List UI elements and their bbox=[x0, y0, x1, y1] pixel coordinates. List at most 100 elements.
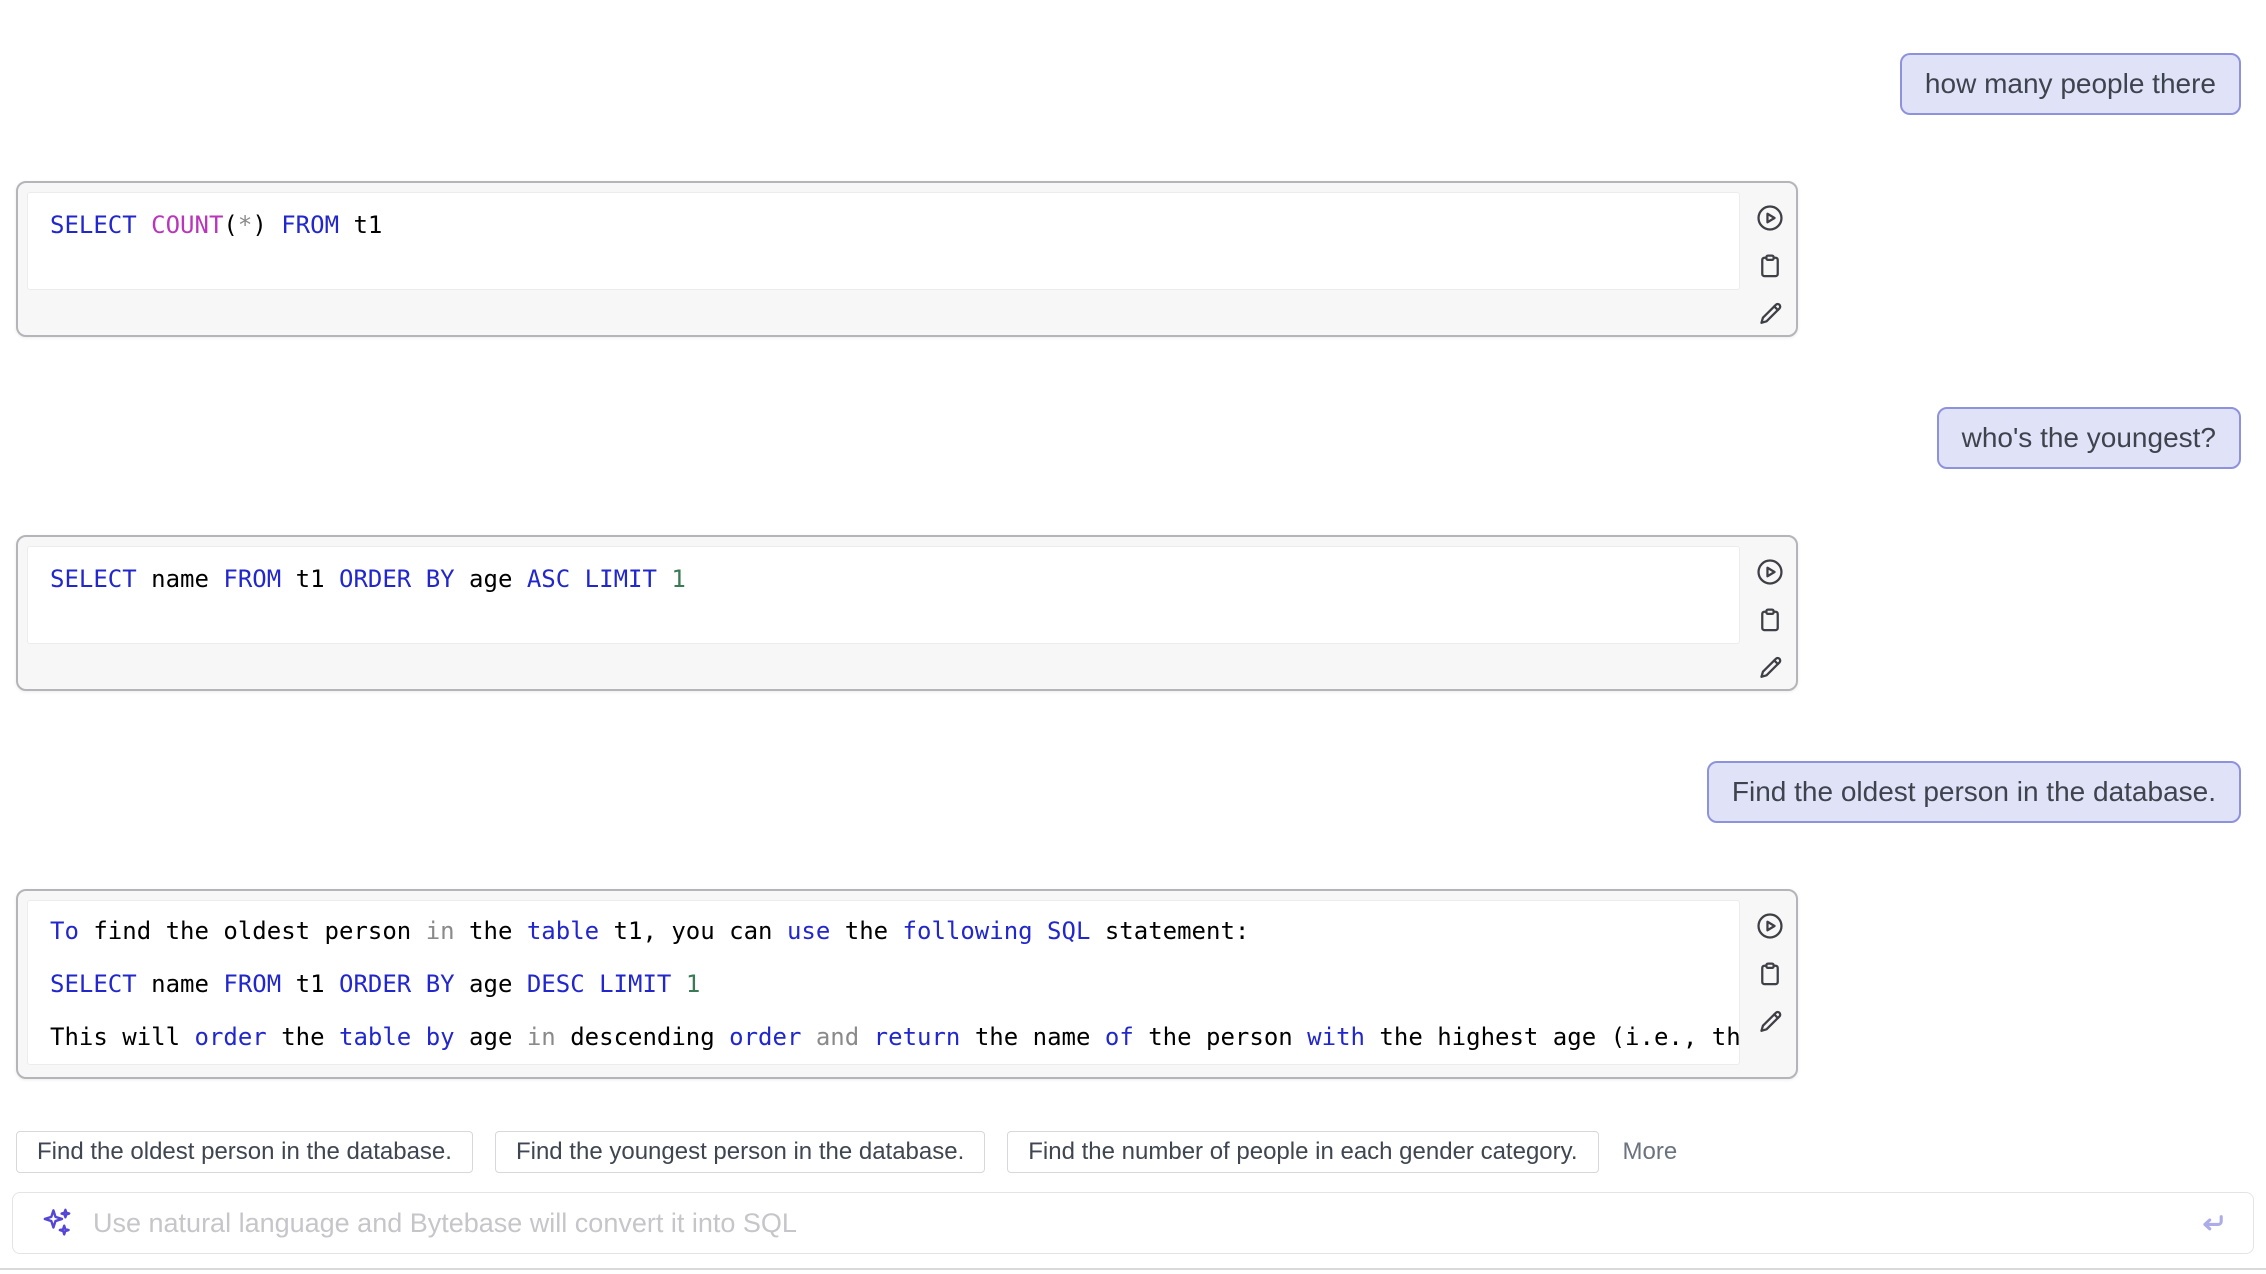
code-token: To bbox=[50, 917, 79, 945]
response-actions bbox=[1753, 910, 1787, 1040]
code-token: order bbox=[195, 1023, 267, 1051]
code-token: age bbox=[455, 565, 527, 593]
edit-sql-button[interactable] bbox=[1753, 652, 1787, 686]
code-token: use bbox=[787, 917, 830, 945]
code-token: SQL bbox=[1047, 917, 1090, 945]
code-token: of bbox=[1105, 1023, 1134, 1051]
response-actions bbox=[1753, 556, 1787, 686]
code-token: COUNT bbox=[151, 211, 223, 239]
code-token: name bbox=[137, 970, 224, 998]
code-token: SELECT bbox=[50, 565, 137, 593]
code-token: FROM bbox=[223, 565, 281, 593]
code-token: the highest age (i.e., the bbox=[1365, 1023, 1740, 1051]
user-message-bubble: how many people there bbox=[1900, 53, 2241, 115]
code-token: age bbox=[455, 1023, 527, 1051]
sql-code-editor[interactable]: SELECT COUNT(*) FROM t1 bbox=[27, 192, 1740, 290]
copy-icon bbox=[1754, 958, 1786, 993]
code-token: ) bbox=[252, 211, 281, 239]
run-icon bbox=[1754, 556, 1786, 591]
run-icon bbox=[1754, 910, 1786, 945]
code-token: This will bbox=[50, 1023, 195, 1051]
suggestion-chip[interactable]: Find the youngest person in the database… bbox=[495, 1131, 985, 1173]
code-token: with bbox=[1307, 1023, 1365, 1051]
code-token: descending bbox=[556, 1023, 729, 1051]
code-line: SELECT COUNT(*) FROM t1 bbox=[50, 199, 1739, 251]
code-token bbox=[137, 211, 151, 239]
code-token bbox=[1033, 917, 1047, 945]
assistant-response-box: To find the oldest person in the table t… bbox=[16, 889, 1798, 1079]
assistant-message-row: To find the oldest person in the table t… bbox=[0, 889, 2266, 1079]
enter-submit-icon[interactable] bbox=[2195, 1206, 2229, 1240]
code-token: SELECT bbox=[50, 970, 137, 998]
code-token: BY bbox=[426, 565, 455, 593]
user-message-bubble: who's the youngest? bbox=[1937, 407, 2241, 469]
edit-icon bbox=[1754, 298, 1786, 333]
assistant-message-row: SELECT name FROM t1 ORDER BY age ASC LIM… bbox=[0, 535, 2266, 691]
code-token: ASC bbox=[527, 565, 570, 593]
code-token: following bbox=[903, 917, 1033, 945]
sql-code-editor[interactable]: To find the oldest person in the table t… bbox=[27, 900, 1740, 1065]
code-token: in bbox=[527, 1023, 556, 1051]
edit-sql-button[interactable] bbox=[1753, 298, 1787, 332]
code-token: t1 bbox=[281, 970, 339, 998]
code-token: FROM bbox=[223, 970, 281, 998]
code-token: ( bbox=[223, 211, 237, 239]
code-token: LIMIT bbox=[599, 970, 671, 998]
code-token: the bbox=[267, 1023, 339, 1051]
code-token bbox=[859, 1023, 873, 1051]
natural-language-input[interactable] bbox=[93, 1208, 2177, 1239]
run-sql-button[interactable] bbox=[1753, 556, 1787, 590]
code-token bbox=[801, 1023, 815, 1051]
code-token: * bbox=[238, 211, 252, 239]
copy-sql-button[interactable] bbox=[1753, 250, 1787, 284]
code-line: This will order the table by age in desc… bbox=[50, 1011, 1739, 1064]
code-token: table bbox=[339, 1023, 411, 1051]
sql-chat-page: how many people there SELECT COUNT(*) FRO… bbox=[0, 0, 2266, 1274]
code-token bbox=[671, 970, 685, 998]
code-token: name bbox=[137, 565, 224, 593]
code-line: To find the oldest person in the table t… bbox=[50, 905, 1739, 958]
code-token bbox=[411, 565, 425, 593]
code-token bbox=[585, 970, 599, 998]
edit-icon bbox=[1754, 652, 1786, 687]
nl2sql-input-bar bbox=[12, 1192, 2254, 1254]
code-token: find the oldest person bbox=[79, 917, 426, 945]
code-token: the bbox=[830, 917, 902, 945]
sql-code-editor[interactable]: SELECT name FROM t1 ORDER BY age ASC LIM… bbox=[27, 546, 1740, 644]
assistant-message-row: SELECT COUNT(*) FROM t1 bbox=[0, 181, 2266, 337]
code-token: and bbox=[816, 1023, 859, 1051]
run-sql-button[interactable] bbox=[1753, 910, 1787, 944]
code-token: in bbox=[426, 917, 455, 945]
code-token: statement: bbox=[1090, 917, 1249, 945]
suggestion-chip[interactable]: Find the oldest person in the database. bbox=[16, 1131, 473, 1173]
copy-sql-button[interactable] bbox=[1753, 958, 1787, 992]
code-token: t1 bbox=[339, 211, 382, 239]
assistant-response-box: SELECT name FROM t1 ORDER BY age ASC LIM… bbox=[16, 535, 1798, 691]
code-token: SELECT bbox=[50, 211, 137, 239]
code-token: FROM bbox=[281, 211, 339, 239]
run-sql-button[interactable] bbox=[1753, 202, 1787, 236]
user-message-row: who's the youngest? bbox=[0, 407, 2266, 469]
code-token bbox=[411, 1023, 425, 1051]
code-token: age bbox=[455, 970, 527, 998]
more-suggestions-button[interactable]: More bbox=[1621, 1138, 1680, 1166]
code-token: return bbox=[874, 1023, 961, 1051]
assistant-response-box: SELECT COUNT(*) FROM t1 bbox=[16, 181, 1798, 337]
edit-sql-button[interactable] bbox=[1753, 1006, 1787, 1040]
copy-sql-button[interactable] bbox=[1753, 604, 1787, 638]
copy-icon bbox=[1754, 604, 1786, 639]
code-token: the bbox=[455, 917, 527, 945]
user-message-bubble: Find the oldest person in the database. bbox=[1707, 761, 2241, 823]
code-line: SELECT name FROM t1 ORDER BY age DESC LI… bbox=[50, 958, 1739, 1011]
code-token: DESC bbox=[527, 970, 585, 998]
response-actions bbox=[1753, 202, 1787, 332]
user-message-row: how many people there bbox=[0, 53, 2266, 115]
run-icon bbox=[1754, 202, 1786, 237]
code-token bbox=[657, 565, 671, 593]
code-token: 1 bbox=[686, 970, 700, 998]
code-token: table bbox=[527, 917, 599, 945]
code-token: by bbox=[426, 1023, 455, 1051]
code-token: ORDER bbox=[339, 970, 411, 998]
suggestion-row: Find the oldest person in the database. F… bbox=[16, 1131, 2266, 1173]
suggestion-chip[interactable]: Find the number of people in each gender… bbox=[1007, 1131, 1598, 1173]
